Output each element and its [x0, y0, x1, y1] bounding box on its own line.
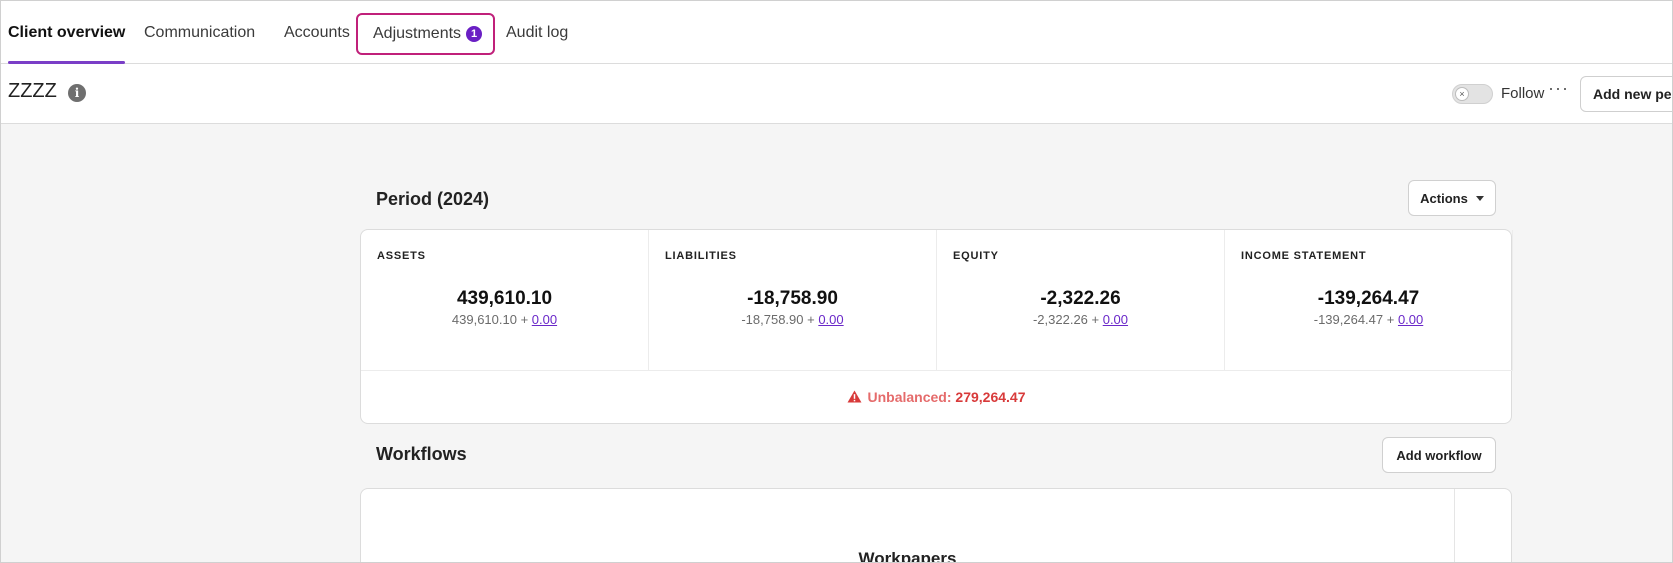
- column-divider: [1454, 489, 1455, 562]
- stat-liabilities: LIABILITIES -18,758.90 -18,758.90 + 0.00: [649, 230, 937, 371]
- info-icon[interactable]: i: [68, 84, 86, 102]
- period-summary-card: ASSETS 439,610.10 439,610.10 + 0.00 LIAB…: [360, 229, 1513, 424]
- stat-assets: ASSETS 439,610.10 439,610.10 + 0.00: [361, 230, 649, 371]
- stat-value: 439,610.10: [456, 288, 553, 309]
- tab-audit-log[interactable]: Audit log: [506, 1, 568, 64]
- tab-label: Accounts: [284, 23, 350, 41]
- adjustment-link[interactable]: 0.00: [532, 312, 557, 327]
- count-badge: 1: [466, 26, 483, 42]
- stat-breakdown: -2,322.26 + 0.00: [937, 312, 1224, 327]
- unbalanced-amount: 279,264.47: [955, 389, 1026, 405]
- stat-base: 439,610.10 +: [451, 312, 532, 327]
- warning-icon: [847, 390, 861, 403]
- actions-dropdown-button[interactable]: Actions: [1408, 180, 1496, 216]
- tab-bar: Client overview Communication Accounts A…: [1, 1, 1672, 64]
- more-options-icon[interactable]: ···: [1548, 78, 1569, 99]
- stat-value: -2,322.26: [1040, 288, 1121, 309]
- add-workflow-button[interactable]: Add workflow: [1382, 437, 1496, 473]
- app-frame: Client overview Communication Accounts A…: [0, 0, 1673, 563]
- adjustment-link[interactable]: 0.00: [1398, 312, 1423, 327]
- tab-label: Client overview: [8, 23, 126, 41]
- tab-label: Audit log: [506, 23, 569, 41]
- adjustment-link[interactable]: 0.00: [1103, 312, 1128, 327]
- client-header: ZZZZ i × Follow ··· Add new period: [1, 64, 1672, 124]
- adjustment-link[interactable]: 0.00: [818, 312, 843, 327]
- stat-equity: EQUITY -2,322.26 -2,322.26 + 0.00: [937, 230, 1225, 371]
- stat-breakdown: -139,264.47 + 0.00: [1225, 312, 1512, 327]
- workpapers-title: Workpapers: [858, 549, 957, 563]
- stat-breakdown: -18,758.90 + 0.00: [649, 312, 936, 327]
- tab-label: Communication: [144, 23, 256, 41]
- stat-label: EQUITY: [953, 250, 999, 262]
- unbalanced-label: Unbalanced:: [867, 389, 952, 405]
- workpapers-card: Workpapers: [360, 488, 1512, 563]
- stat-breakdown: 439,610.10 + 0.00: [361, 312, 648, 327]
- caret-down-icon: [1475, 195, 1484, 201]
- workflows-title: Workflows: [376, 444, 467, 464]
- unbalanced-status: Unbalanced: 279,264.47: [361, 389, 1511, 405]
- period-title: Period (2024): [376, 189, 490, 209]
- tab-accounts[interactable]: Accounts: [284, 1, 350, 64]
- stat-base: -139,264.47 +: [1313, 312, 1398, 327]
- follow-label: Follow: [1501, 85, 1545, 102]
- tab-adjustments[interactable]: Adjustments 1: [356, 13, 496, 55]
- tab-label: Adjustments: [373, 25, 462, 42]
- stat-value: -139,264.47: [1317, 288, 1420, 309]
- stat-value: -18,758.90: [747, 288, 838, 309]
- client-name: ZZZZ: [8, 80, 57, 102]
- close-icon: ×: [1455, 87, 1469, 101]
- stat-label: INCOME STATEMENT: [1241, 250, 1367, 262]
- stat-base: -2,322.26 +: [1032, 312, 1103, 327]
- actions-label: Actions: [1420, 190, 1468, 206]
- add-new-period-button[interactable]: Add new period: [1580, 76, 1672, 112]
- tab-client-overview[interactable]: Client overview: [8, 1, 126, 64]
- follow-toggle[interactable]: ×: [1452, 84, 1493, 104]
- stat-base: -18,758.90 +: [741, 312, 819, 327]
- stat-label: ASSETS: [377, 250, 426, 262]
- stat-label: LIABILITIES: [665, 250, 737, 262]
- stat-income-statement: INCOME STATEMENT -139,264.47 -139,264.47…: [1225, 230, 1513, 371]
- tab-communication[interactable]: Communication: [144, 1, 255, 64]
